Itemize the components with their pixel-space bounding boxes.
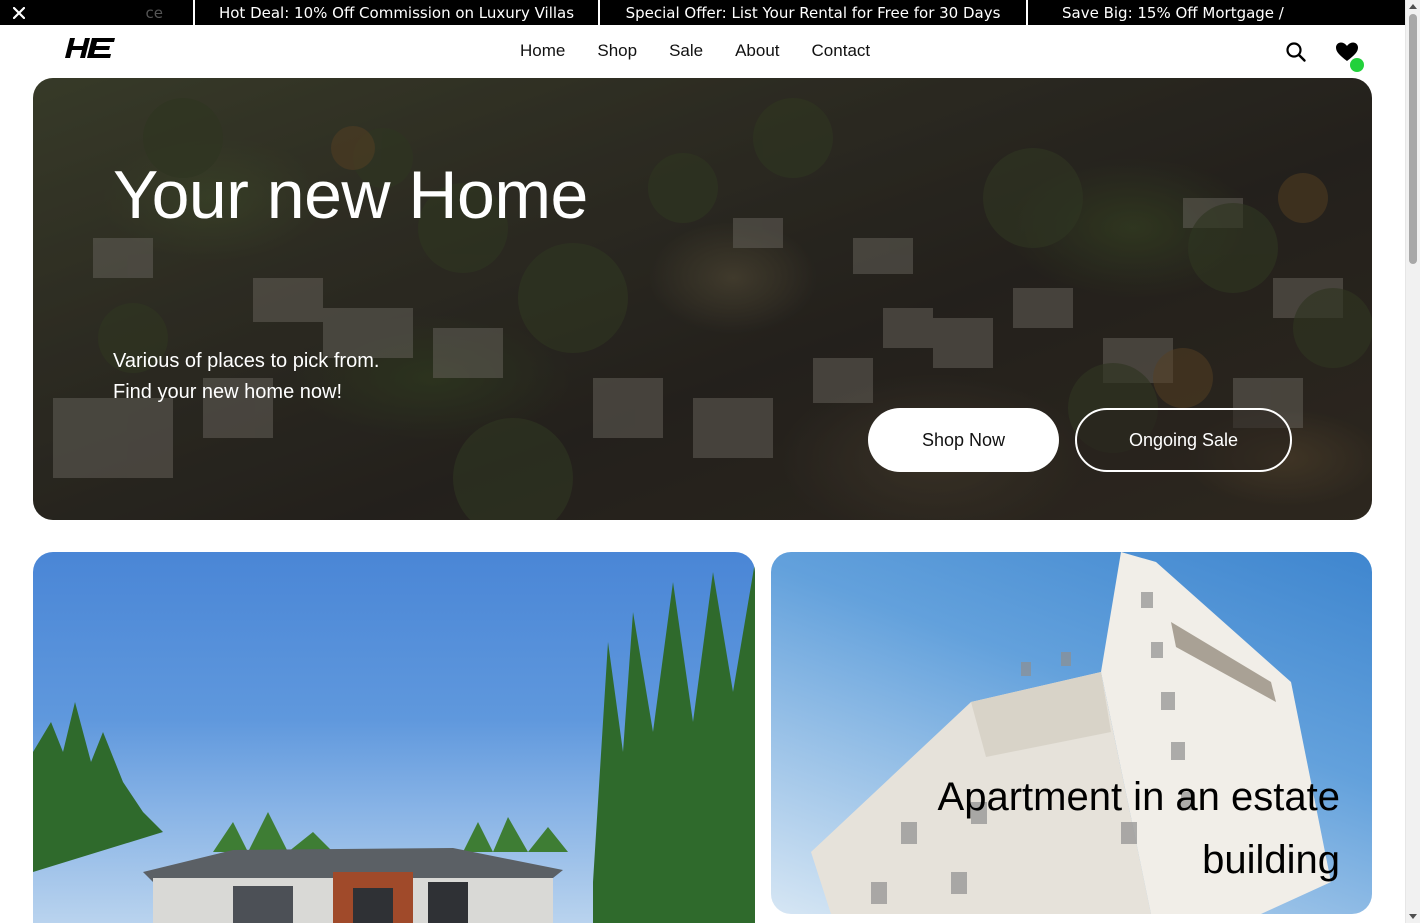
scrollbar-thumb[interactable] <box>1409 14 1417 264</box>
ticker-item: Save Big: 15% Off Mortgage / <box>1062 3 1284 22</box>
hero-subtitle: Various of places to pick from. Find you… <box>113 350 380 403</box>
logo[interactable] <box>64 36 116 60</box>
ticker-item: Special Offer: List Your Rental for Free… <box>600 0 1028 25</box>
shop-now-button[interactable]: Shop Now <box>868 408 1059 472</box>
site-header: Home Shop Sale About Contact <box>0 25 1405 78</box>
ticker-item: Hot Deal: 10% Off Commission on Luxury V… <box>195 0 600 25</box>
hero-title: Your new Home <box>113 157 588 233</box>
scroll-down-arrow-icon[interactable] <box>1409 914 1417 919</box>
hero-banner: Your new Home Various of places to pick … <box>33 78 1372 520</box>
promo-ticker-bar: ce Hot Deal: 10% Off Commission on Luxur… <box>0 0 1420 25</box>
close-icon <box>13 6 25 19</box>
nav-sale[interactable]: Sale <box>653 41 719 61</box>
nav-shop[interactable]: Shop <box>581 41 653 61</box>
nav-contact[interactable]: Contact <box>796 41 887 61</box>
ticker-track: ce Hot Deal: 10% Off Commission on Luxur… <box>0 0 1420 25</box>
wishlist-badge <box>1350 58 1364 72</box>
search-icon[interactable] <box>1285 41 1307 63</box>
main-nav: Home Shop Sale About Contact <box>504 41 886 61</box>
nav-about[interactable]: About <box>719 41 795 61</box>
scroll-up-arrow-icon[interactable] <box>1409 4 1417 9</box>
apartment-card[interactable]: Apartment in an estate building <box>771 552 1372 914</box>
villa-image <box>33 562 755 923</box>
page-scrollbar[interactable] <box>1405 0 1420 923</box>
villa-card[interactable] <box>33 552 755 923</box>
apartment-card-title: Apartment in an estate building <box>937 775 1340 882</box>
close-ticker-button[interactable] <box>0 0 38 25</box>
ongoing-sale-button[interactable]: Ongoing Sale <box>1075 408 1292 472</box>
nav-home[interactable]: Home <box>504 41 581 61</box>
